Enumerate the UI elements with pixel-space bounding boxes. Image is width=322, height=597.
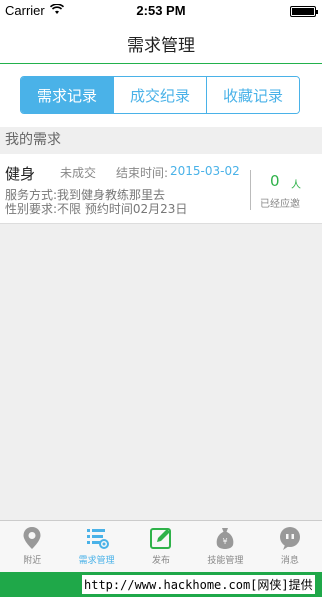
- list-manage-icon: [84, 525, 110, 551]
- status-bar: Carrier 2:53 PM: [0, 0, 322, 22]
- invited-label: 已经应邀: [260, 199, 300, 210]
- card-divider: [250, 170, 251, 210]
- svg-text:¥: ¥: [223, 537, 228, 546]
- invited-count: 0: [270, 172, 280, 190]
- segment-deal-records[interactable]: 成交纪录: [113, 77, 206, 113]
- list-background: [0, 224, 322, 520]
- skill-bag-icon: ¥: [212, 525, 238, 551]
- request-title: 健身: [5, 165, 36, 183]
- request-status: 未成交: [60, 166, 97, 180]
- tab-messages[interactable]: 消息: [258, 521, 322, 572]
- status-time: 2:53 PM: [136, 3, 186, 18]
- tab-bar: 附近 需求管理 发布 ¥ 技能管理 消息: [0, 520, 322, 572]
- tab-publish[interactable]: 发布: [129, 521, 193, 572]
- segment-favorite-records[interactable]: 收藏记录: [206, 77, 299, 113]
- battery-icon: [290, 6, 318, 17]
- end-time-label: 结束时间:: [116, 166, 169, 180]
- tab-skill-manage[interactable]: ¥ 技能管理: [193, 521, 257, 572]
- watermark-bar: http://www.hackhome.com[网侠]提供: [0, 572, 322, 597]
- tab-label-publish: 发布: [152, 556, 171, 566]
- request-list-item[interactable]: 健身 未成交 结束时间: 2015-03-02 服务方式:我到健身教练那里去 性…: [0, 154, 322, 224]
- navigation-bar: 需求管理: [0, 22, 322, 64]
- message-bubble-icon: [277, 525, 303, 551]
- edit-publish-icon: [148, 525, 174, 551]
- watermark-text: http://www.hackhome.com[网侠]提供: [82, 575, 315, 594]
- tab-demand-manage[interactable]: 需求管理: [64, 521, 128, 572]
- section-header: 我的需求: [0, 127, 322, 154]
- tab-nearby[interactable]: 附近: [0, 521, 64, 572]
- end-time-value: 2015-03-02: [170, 164, 240, 178]
- page-title: 需求管理: [127, 36, 195, 56]
- tab-label-skill-manage: 技能管理: [207, 556, 244, 566]
- invited-count-unit: 人: [291, 180, 301, 191]
- gender-requirement: 性别要求:不限 预约时间02月23日: [5, 202, 188, 216]
- tab-label-nearby: 附近: [23, 556, 42, 566]
- record-segmented-control: 需求记录 成交纪录 收藏记录: [20, 76, 300, 114]
- location-pin-icon: [19, 525, 45, 551]
- segment-demand-records[interactable]: 需求记录: [21, 77, 113, 113]
- tab-label-demand-manage: 需求管理: [78, 556, 115, 566]
- tab-label-messages: 消息: [280, 556, 299, 566]
